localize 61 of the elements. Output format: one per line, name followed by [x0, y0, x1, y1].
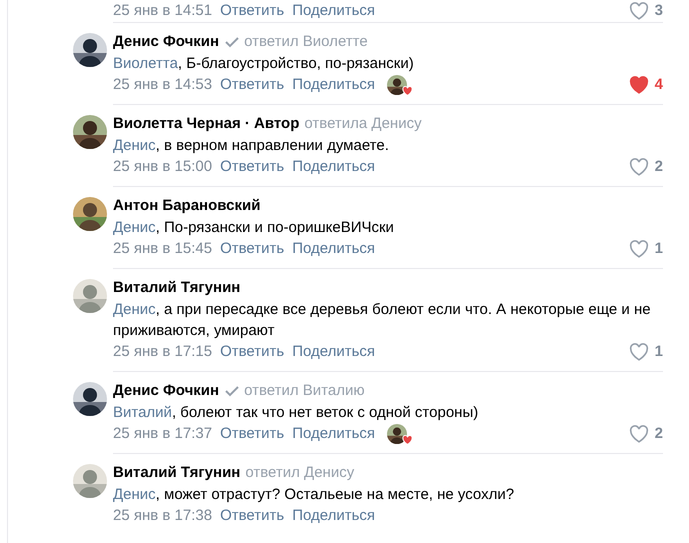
comment-text: Денис, По-рязански и по-оришкеВИЧски — [113, 218, 395, 238]
share-link[interactable]: Поделиться — [292, 74, 376, 96]
reply-to[interactable]: ответил Денису — [245, 462, 354, 484]
comment-time: 25 янв в 14:53 — [113, 74, 212, 95]
liker-avatar[interactable] — [387, 423, 414, 445]
comment-time: 25 янв в 17:38 — [113, 506, 212, 526]
comment-text: Денис, а при пересадке все деревья болеют если что. А некоторые еще и не приживаются, умирают — [113, 300, 652, 341]
heart-icon[interactable] — [628, 76, 649, 94]
comment-time: 25 янв в 17:37 — [113, 424, 212, 444]
like-count: 1 — [654, 238, 663, 259]
reply-link[interactable]: Ответить — [220, 0, 284, 22]
heart-icon — [402, 435, 414, 445]
checkmark-icon — [225, 36, 240, 48]
share-link[interactable]: Поделиться — [292, 0, 376, 22]
mention-link[interactable]: Денис — [113, 486, 156, 503]
comment-text: Денис, в верном направлении думаете. — [113, 136, 390, 156]
heart-icon[interactable] — [628, 158, 649, 176]
comment-time: 25 янв в 15:00 — [113, 156, 212, 177]
author-name[interactable]: Денис Фочкин — [113, 380, 220, 402]
like-count: 3 — [654, 0, 663, 21]
reply-link[interactable]: Ответить — [220, 238, 284, 260]
reply-to[interactable]: ответила Денису — [304, 112, 422, 136]
mention-link[interactable]: Денис — [113, 137, 156, 154]
mention-link[interactable]: Денис — [113, 301, 156, 318]
share-link[interactable]: Поделиться — [292, 238, 376, 260]
heart-icon[interactable] — [628, 2, 649, 20]
mention-link[interactable]: Виолетта — [113, 55, 178, 72]
author-name[interactable]: Денис Фочкин — [113, 30, 220, 54]
heart-icon — [402, 86, 414, 96]
comment-time: 25 янв в 15:45 — [113, 238, 212, 259]
comment-text: Виталий, болеют так что нет веток с одной стороны) — [113, 403, 480, 423]
comment-time: 25 янв в 14:51 — [113, 0, 212, 21]
share-link[interactable]: Поделиться — [292, 340, 376, 364]
reply-link[interactable]: Ответить — [220, 156, 284, 178]
comment-text: Виолетта, Б-благоустройство, по-рязански) — [113, 54, 415, 74]
author-name[interactable]: Виталий Тягунин — [113, 462, 240, 484]
like-count: 1 — [654, 342, 663, 362]
mention-link[interactable]: Виталий — [113, 404, 172, 421]
share-link[interactable]: Поделиться — [292, 422, 376, 446]
author-name[interactable]: Виолетта Черная · Автор — [113, 112, 300, 136]
reply-to[interactable]: ответил Виталию — [244, 380, 365, 402]
like-count: 2 — [654, 156, 663, 177]
reply-link[interactable]: Ответить — [220, 340, 284, 364]
reply-link[interactable]: Ответить — [220, 504, 284, 528]
reply-to[interactable]: ответил Виолетте — [244, 30, 368, 54]
share-link[interactable]: Поделиться — [292, 504, 376, 528]
reply-link[interactable]: Ответить — [220, 422, 284, 446]
reply-link[interactable]: Ответить — [220, 74, 284, 96]
like-count: 2 — [654, 424, 663, 444]
comment-time: 25 янв в 17:15 — [113, 342, 212, 362]
heart-icon[interactable] — [628, 240, 649, 258]
checkmark-icon — [225, 385, 240, 397]
like-count: 4 — [654, 74, 663, 95]
mention-link[interactable]: Денис — [113, 219, 156, 236]
author-name[interactable]: Антон Барановский — [113, 194, 260, 218]
share-link[interactable]: Поделиться — [292, 156, 376, 178]
heart-icon[interactable] — [628, 425, 649, 443]
author-name[interactable]: Виталий Тягунин — [113, 276, 240, 300]
heart-icon[interactable] — [628, 343, 649, 361]
liker-avatar[interactable] — [387, 74, 414, 96]
comment-text: Денис, может отрастут? Остальеые на месте, не усохли? — [113, 485, 516, 505]
